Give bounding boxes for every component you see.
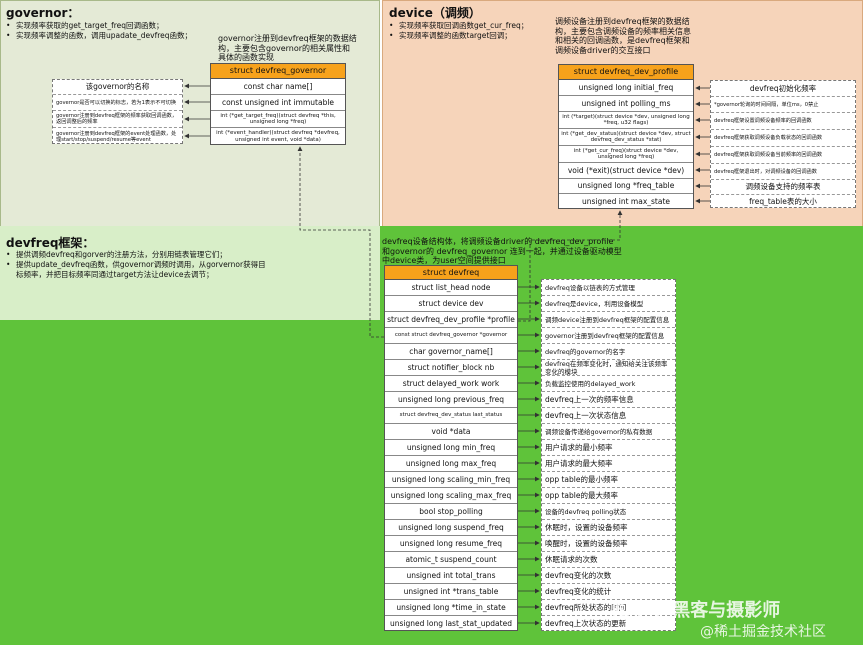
watermark-text: 知乎 @黑客与摄影师 [612,600,781,621]
connector-arrows [184,83,710,626]
governor-pointer-link [297,146,384,338]
profile-pointer-link [518,210,623,322]
watermark-subtext: @稀土掘金技术社区 [700,624,826,640]
